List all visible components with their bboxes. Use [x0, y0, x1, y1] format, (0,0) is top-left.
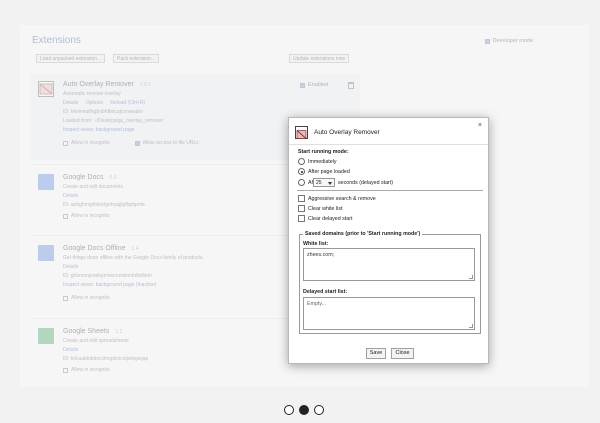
radio-after-delay[interactable] — [298, 179, 305, 186]
allow-incognito-option[interactable]: Allow in incognito — [63, 213, 110, 219]
radio-after-page-loaded[interactable] — [298, 168, 305, 175]
radio-after-page-loaded-label: After page loaded — [308, 169, 350, 175]
delayed-start-list-label: Delayed start list: — [303, 289, 348, 295]
allow-incognito-checkbox[interactable] — [63, 367, 68, 373]
inspect-views-link[interactable]: Inspect views: background page (Inactive… — [63, 282, 156, 288]
google-sheets-icon — [38, 328, 54, 344]
allow-file-urls-checkbox[interactable] — [134, 140, 140, 146]
allow-incognito-option[interactable]: Allow in incognito — [63, 295, 110, 301]
pagination-dot-1[interactable] — [284, 405, 294, 415]
aggressive-checkbox[interactable] — [298, 195, 305, 202]
divider — [297, 190, 483, 191]
developer-mode-checkbox[interactable] — [484, 38, 490, 44]
reload-link[interactable]: Reload (Ctrl+R) — [110, 100, 145, 106]
clear-white-list-checkbox[interactable] — [298, 205, 305, 212]
extension-name: Auto Overlay Remover 1.0.7 — [63, 81, 151, 88]
extension-name: Google Docs Offline 1.4 — [63, 245, 139, 252]
details-link[interactable]: Details — [63, 100, 78, 106]
delay-seconds-select[interactable]: 25 — [313, 178, 335, 187]
app-icon — [295, 126, 308, 139]
developer-mode-label: Developer mode — [492, 38, 533, 44]
divider — [289, 144, 488, 145]
extension-id: ID: hkeinnalfhgbobfdbocajconeeabo — [63, 109, 143, 115]
clear-delayed-start-checkbox[interactable] — [298, 215, 305, 222]
extension-name: Google Docs 0.9 — [63, 174, 117, 181]
extension-name: Google Sheets 1.1 — [63, 328, 123, 335]
dialog-title: Auto Overlay Remover — [314, 129, 380, 136]
save-button[interactable]: Save — [366, 348, 386, 359]
extension-loaded-from: Loaded from: ~/Desktop/gs_overlay_remove… — [63, 118, 164, 124]
allow-incognito-checkbox[interactable] — [63, 213, 68, 219]
google-docs-offline-icon — [38, 245, 54, 261]
extension-id: ID: aohghmighlieiclgnhoajjlgfbpfgmfa — [63, 202, 145, 208]
options-link[interactable]: Options — [86, 100, 103, 106]
chevron-down-icon — [328, 182, 332, 185]
allow-incognito-option[interactable]: Allow in incognito — [63, 367, 110, 373]
allow-incognito-option[interactable]: Allow in incognito Allow access to file … — [63, 140, 199, 146]
trash-icon[interactable] — [348, 82, 354, 89]
details-link[interactable]: Details — [63, 193, 78, 199]
close-button[interactable]: Close — [391, 348, 414, 359]
extension-id: ID: ghbmnnjooekpmoecnnnilnnbdlolhkhi — [63, 273, 152, 279]
radio-immediately[interactable] — [298, 158, 305, 165]
resize-handle-icon[interactable] — [469, 275, 473, 279]
details-link[interactable]: Details — [63, 347, 78, 353]
extension-description: Create and edit spreadsheets — [63, 338, 129, 344]
clear-delayed-start-label: Clear delayed start — [308, 216, 353, 222]
enabled-toggle[interactable]: Enabled — [300, 82, 328, 88]
start-mode-heading: Start running mode: — [298, 149, 349, 155]
pagination-dot-3[interactable] — [314, 405, 324, 415]
radio-immediately-label: Immediately — [308, 159, 337, 165]
allow-incognito-checkbox[interactable] — [63, 295, 68, 301]
white-list-label: White list: — [303, 241, 329, 247]
developer-mode-toggle[interactable]: Developer mode — [484, 38, 533, 44]
pack-extension-button[interactable]: Pack extension... — [113, 54, 160, 63]
page-title: Extensions — [32, 35, 81, 46]
clear-white-list-label: Clear white list — [308, 206, 343, 212]
delayed-start-textarea[interactable]: Empty... — [303, 297, 475, 330]
saved-domains-legend: Saved domains (prior to 'Start running m… — [303, 231, 423, 237]
aggressive-label: Aggressive search & remove — [308, 196, 376, 202]
seconds-suffix: seconds (delayed start) — [338, 180, 394, 186]
resize-handle-icon[interactable] — [469, 324, 473, 328]
extension-icon — [38, 81, 54, 97]
enabled-checkbox[interactable] — [300, 82, 305, 88]
options-dialog: Auto Overlay Remover × Start running mod… — [288, 117, 489, 364]
extension-id: ID: felcaaldnbdncclmgdcncolpebgiejap — [63, 356, 149, 362]
extension-description: Create and edit documents — [63, 184, 124, 190]
extension-links: Details Options Reload (Ctrl+R) — [63, 100, 145, 106]
inspect-views-link[interactable]: Inspect views: background page — [63, 127, 134, 133]
details-link[interactable]: Details — [63, 264, 78, 270]
load-unpacked-button[interactable]: Load unpacked extension... — [36, 54, 106, 63]
extension-description: Automatic remove overlay — [63, 91, 121, 97]
white-list-textarea[interactable]: zhees.com; — [303, 248, 475, 281]
close-icon[interactable]: × — [478, 122, 482, 129]
allow-incognito-checkbox[interactable] — [63, 140, 68, 146]
pagination-dot-2[interactable] — [299, 405, 309, 415]
google-docs-icon — [38, 174, 54, 190]
update-extensions-button[interactable]: Update extensions now — [289, 54, 349, 63]
extension-description: Get things done offline with the Google … — [63, 255, 204, 261]
